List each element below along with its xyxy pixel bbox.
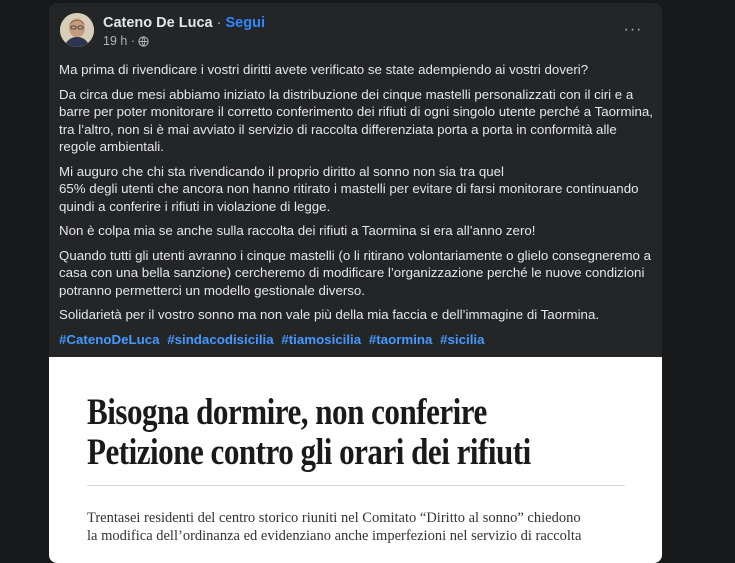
newspaper-subhead: Trentasei residenti del centro storico r… — [87, 510, 582, 544]
post-paragraph: Da circa due mesi abbiamo iniziato la di… — [59, 86, 653, 155]
headline-line: Petizione contro gli orari dei rifiuti — [87, 432, 531, 473]
hashtag-link[interactable]: #sicilia — [440, 332, 484, 347]
post-paragraph: Quando tutti gli utenti avranno i cinque… — [59, 247, 652, 298]
post-paragraph: Ma prima di rivendicare i vostri diritti… — [59, 62, 589, 77]
headline-line: Bisogna dormire, non conferire — [87, 392, 487, 433]
post-meta: 19 h · — [103, 34, 149, 48]
post-photo[interactable]: Bisogna dormire, non conferire Petizione… — [49, 357, 662, 563]
globe-icon — [138, 35, 149, 47]
author-line: Cateno De Luca · Segui — [103, 15, 265, 31]
post-paragraph: Non è colpa mia se anche sulla raccolta … — [59, 223, 536, 238]
post-paragraph: Solidarietà per il vostro sonno ma non v… — [59, 307, 600, 322]
newspaper-headline: Bisogna dormire, non conferire Petizione… — [87, 393, 557, 473]
hashtag-link[interactable]: #CatenoDeLuca — [59, 332, 160, 347]
separator-dot: · — [216, 15, 222, 31]
post-paragraph: Mi auguro che chi sta rivendicando il pr… — [59, 163, 639, 214]
avatar-image — [60, 13, 94, 47]
more-options-icon[interactable]: ··· — [622, 21, 644, 39]
author-name[interactable]: Cateno De Luca — [103, 15, 213, 31]
avatar[interactable] — [60, 13, 94, 47]
hashtag-link[interactable]: #tiamosicilia — [281, 332, 361, 347]
post-card: Cateno De Luca · Segui 19 h · ··· Ma pri… — [49, 3, 662, 563]
post-header: Cateno De Luca · Segui 19 h · ··· — [49, 3, 662, 55]
post-body: Ma prima di rivendicare i vostri diritti… — [59, 61, 657, 348]
divider — [87, 485, 625, 486]
hashtag-link[interactable]: #taormina — [369, 332, 433, 347]
hashtags: #CatenoDeLuca #sindacodisicilia #tiamosi… — [59, 331, 657, 349]
hashtag-link[interactable]: #sindacodisicilia — [167, 332, 273, 347]
follow-button[interactable]: Segui — [226, 15, 265, 31]
post-time[interactable]: 19 h · — [103, 34, 135, 48]
